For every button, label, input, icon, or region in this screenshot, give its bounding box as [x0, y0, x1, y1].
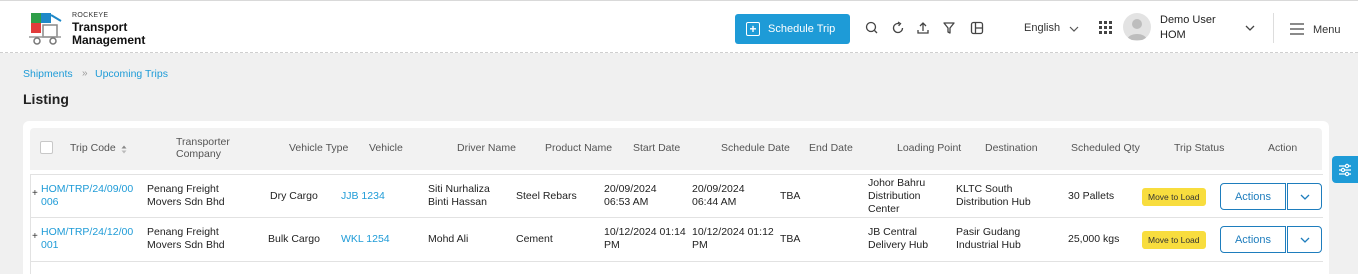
vehicle-type-cell: Bulk Cargo	[268, 233, 320, 245]
actions-button[interactable]: Actions	[1220, 226, 1286, 253]
header-divider	[1273, 13, 1274, 43]
table-row: + HOM/TRP/24/12/00 001 Penang Freight Mo…	[31, 218, 1323, 262]
filter-settings-tab[interactable]	[1332, 156, 1358, 183]
table-header: Trip Code Transporter Company Vehicle Ty…	[30, 128, 1322, 170]
avatar[interactable]	[1123, 13, 1151, 41]
destination-cell: Pasir Gudang Industrial Hub	[956, 226, 1021, 251]
transporter-cell: Penang Freight Movers Sdn Bhd	[147, 226, 225, 251]
search-icon[interactable]	[864, 20, 880, 36]
apps-grid-icon[interactable]	[1099, 21, 1112, 34]
loading-point-cell: JB Central Delivery Hub	[868, 226, 929, 251]
schedule-date-cell: 10/12/2024 01:12 PM	[692, 226, 774, 251]
trip-code-link[interactable]: HOM/TRP/24/12/00 001	[41, 226, 147, 252]
qty-cell: 30 Pallets	[1068, 190, 1115, 202]
status-badge: Move to Load	[1142, 231, 1206, 249]
brand-line-2: Management	[72, 33, 146, 47]
expand-row-icon[interactable]: +	[32, 231, 38, 242]
breadcrumb-separator-icon: »	[82, 68, 88, 79]
col-transporter-company: Transporter Company	[176, 136, 230, 160]
chevron-down-icon[interactable]	[1244, 22, 1256, 34]
page-title: Listing	[23, 91, 69, 107]
refresh-icon[interactable]	[890, 20, 906, 36]
user-name[interactable]: Demo User	[1160, 14, 1216, 26]
user-org: HOM	[1160, 29, 1186, 41]
chevron-down-icon	[1300, 237, 1309, 243]
actions-button[interactable]: Actions	[1220, 183, 1286, 210]
product-cell: Cement	[516, 233, 553, 245]
start-date-cell: 10/12/2024 01:14 PM	[604, 226, 686, 251]
product-cell: Steel Rebars	[516, 190, 577, 202]
columns-icon[interactable]	[969, 20, 985, 36]
filter-settings-icon	[1339, 163, 1351, 176]
col-loading-point: Loading Point	[897, 142, 962, 154]
breadcrumb-upcoming-trips[interactable]: Upcoming Trips	[95, 68, 168, 80]
col-destination: Destination	[985, 142, 1038, 154]
col-scheduled-qty: Scheduled Qty	[1071, 142, 1140, 154]
hamburger-menu-icon[interactable]	[1290, 23, 1304, 35]
trip-code-link[interactable]: HOM/TRP/24/09/00 006	[41, 183, 147, 209]
col-vehicle-type: Vehicle Type	[289, 142, 349, 154]
schedule-trip-label: Schedule Trip	[768, 23, 836, 35]
schedule-date-cell: 20/09/2024 06:44 AM	[692, 183, 745, 208]
brand-small: ROCKEYE	[72, 12, 109, 19]
end-date-cell: TBA	[780, 190, 801, 202]
start-date-cell: 20/09/2024 06:53 AM	[604, 183, 657, 208]
expand-row-icon[interactable]: +	[32, 188, 38, 199]
destination-cell: KLTC South Distribution Hub	[956, 183, 1031, 208]
schedule-trip-button[interactable]: + Schedule Trip	[735, 14, 850, 44]
top-header: ROCKEYE Transport Management + Schedule …	[0, 0, 1358, 53]
menu-label[interactable]: Menu	[1313, 24, 1341, 36]
actions-dropdown-toggle[interactable]	[1287, 183, 1322, 210]
table-body: + HOM/TRP/24/09/00 006 Penang Freight Mo…	[30, 174, 1323, 274]
driver-cell: Siti Nurhaliza Binti Hassan	[428, 183, 490, 208]
col-end-date: End Date	[809, 142, 853, 154]
status-badge: Move to Load	[1142, 188, 1206, 206]
vehicle-link[interactable]: WKL 1254	[341, 233, 390, 246]
sort-icon[interactable]	[121, 145, 127, 154]
driver-cell: Mohd Ali	[428, 233, 469, 245]
plus-icon: +	[746, 22, 760, 36]
end-date-cell: TBA	[780, 233, 801, 245]
col-driver-name: Driver Name	[457, 142, 516, 154]
col-vehicle: Vehicle	[369, 142, 403, 154]
vehicle-type-cell: Dry Cargo	[270, 190, 318, 202]
listing-card: Trip Code Transporter Company Vehicle Ty…	[23, 121, 1329, 274]
language-selector[interactable]: English	[1024, 22, 1060, 34]
col-trip-status: Trip Status	[1174, 142, 1225, 154]
table-row: + HOM/TRP/24/09/00 006 Penang Freight Mo…	[31, 174, 1323, 218]
select-all-checkbox[interactable]	[40, 141, 53, 154]
col-schedule-date: Schedule Date	[721, 142, 790, 154]
qty-cell: 25,000 kgs	[1068, 233, 1120, 245]
col-action: Action	[1268, 142, 1298, 154]
vehicle-link[interactable]: JJB 1234	[341, 190, 385, 203]
loading-point-cell: Johor Bahru Distribution Center	[868, 177, 926, 215]
chevron-down-icon	[1300, 194, 1309, 200]
chevron-down-icon[interactable]	[1068, 23, 1080, 35]
actions-dropdown-toggle[interactable]	[1287, 226, 1322, 253]
breadcrumb-shipments[interactable]: Shipments	[23, 68, 73, 80]
logo-icon[interactable]	[27, 11, 65, 47]
col-start-date: Start Date	[633, 142, 681, 154]
col-product-name: Product Name	[545, 142, 613, 154]
transporter-cell: Penang Freight Movers Sdn Bhd	[147, 183, 225, 208]
col-trip-code[interactable]: Trip Code	[70, 142, 116, 154]
upload-icon[interactable]	[915, 20, 931, 36]
filter-icon[interactable]	[941, 20, 957, 36]
